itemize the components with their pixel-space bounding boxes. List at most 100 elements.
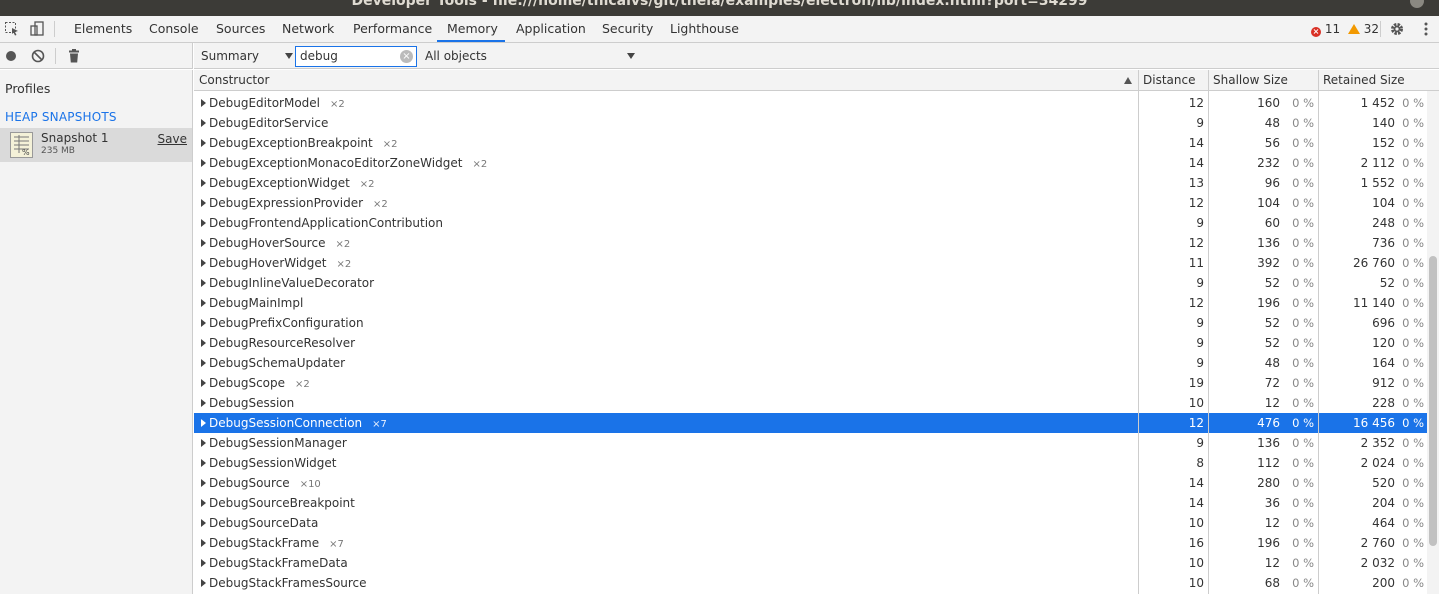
expand-triangle-icon[interactable]	[201, 539, 206, 547]
instance-count: ×2	[335, 239, 351, 250]
shallow-size-percent: 0 %	[1292, 316, 1314, 330]
expand-triangle-icon[interactable]	[201, 559, 206, 567]
expand-triangle-icon[interactable]	[201, 119, 206, 127]
gear-icon[interactable]	[1389, 21, 1405, 37]
tab-elements[interactable]: Elements	[64, 16, 142, 42]
profiles-sidebar: Profiles HEAP SNAPSHOTS % Snapshot 1 235…	[0, 70, 193, 594]
more-options-icon[interactable]	[1418, 21, 1434, 37]
issues-counter[interactable]: × 11 32	[1311, 16, 1379, 42]
table-row[interactable]: DebugHoverWidget ×2 11 392 0 % 26 760 0 %	[194, 253, 1427, 273]
grid-scrollbar[interactable]	[1427, 91, 1439, 594]
tab-performance[interactable]: Performance	[343, 16, 442, 42]
objects-select[interactable]: All objects	[425, 43, 635, 69]
constructor-name-text: DebugInlineValueDecorator	[209, 276, 375, 290]
tab-memory[interactable]: Memory	[437, 16, 505, 42]
expand-triangle-icon[interactable]	[201, 239, 206, 247]
distance-value: 10	[1188, 516, 1204, 530]
expand-triangle-icon[interactable]	[201, 339, 206, 347]
tab-console[interactable]: Console	[139, 16, 209, 42]
expand-triangle-icon[interactable]	[201, 259, 206, 267]
clear-filter-icon[interactable]: ×	[400, 50, 413, 63]
retained-size-percent: 0 %	[1402, 156, 1424, 170]
retained-size-percent: 0 %	[1402, 376, 1424, 390]
shallow-size-percent: 0 %	[1292, 376, 1314, 390]
device-toolbar-icon[interactable]	[29, 21, 45, 37]
expand-triangle-icon[interactable]	[201, 479, 206, 487]
table-row[interactable]: DebugSession 10 12 0 % 228 0 %	[194, 393, 1427, 413]
tab-sources[interactable]: Sources	[206, 16, 275, 42]
retained-size-percent: 0 %	[1402, 256, 1424, 270]
inspect-element-icon[interactable]	[4, 21, 20, 37]
constructor-name-text: DebugSession	[209, 396, 295, 410]
table-row[interactable]: DebugStackFrame ×7 16 196 0 % 2 760 0 %	[194, 533, 1427, 553]
save-snapshot-link[interactable]: Save	[158, 132, 187, 146]
expand-triangle-icon[interactable]	[201, 179, 206, 187]
view-select[interactable]: Summary	[201, 43, 293, 69]
expand-triangle-icon[interactable]	[201, 579, 206, 587]
expand-triangle-icon[interactable]	[201, 139, 206, 147]
table-row[interactable]: DebugResourceResolver 9 52 0 % 120 0 %	[194, 333, 1427, 353]
table-row[interactable]: DebugSchemaUpdater 9 48 0 % 164 0 %	[194, 353, 1427, 373]
expand-triangle-icon[interactable]	[201, 199, 206, 207]
trash-icon[interactable]	[66, 48, 82, 64]
table-row[interactable]: DebugHoverSource ×2 12 136 0 % 736 0 %	[194, 233, 1427, 253]
table-row[interactable]: DebugExpressionProvider ×2 12 104 0 % 104 0 %	[194, 193, 1427, 213]
distance-value: 9	[1196, 336, 1204, 350]
expand-triangle-icon[interactable]	[201, 99, 206, 107]
table-row[interactable]: DebugInlineValueDecorator 9 52 0 % 52 0 %	[194, 273, 1427, 293]
tab-network[interactable]: Network	[272, 16, 344, 42]
tab-security[interactable]: Security	[592, 16, 663, 42]
table-row[interactable]: DebugExceptionWidget ×2 13 96 0 % 1 552 0 %	[194, 173, 1427, 193]
column-header-shallow-size[interactable]: Shallow Size	[1208, 70, 1318, 91]
view-select-value: Summary	[201, 49, 259, 63]
table-row[interactable]: DebugExceptionMonacoEditorZoneWidget ×2 14…	[194, 153, 1427, 173]
expand-triangle-icon[interactable]	[201, 499, 206, 507]
record-icon[interactable]	[3, 48, 19, 64]
table-row[interactable]: DebugStackFramesSource 10 68 0 % 200 0 %	[194, 573, 1427, 593]
grid-scrollbar-thumb[interactable]	[1429, 256, 1437, 546]
expand-triangle-icon[interactable]	[201, 159, 206, 167]
table-row[interactable]: DebugEditorModel ×2 12 160 0 % 1 452 0 %	[194, 93, 1427, 113]
distance-value: 12	[1188, 236, 1204, 250]
column-header-constructor[interactable]: Constructor	[194, 70, 1138, 91]
constructor-name: DebugSessionWidget	[209, 453, 337, 473]
distance-value: 14	[1188, 476, 1204, 490]
heap-snapshots-section-title: HEAP SNAPSHOTS	[5, 110, 117, 124]
tab-application[interactable]: Application	[506, 16, 596, 42]
expand-triangle-icon[interactable]	[201, 279, 206, 287]
table-row[interactable]: DebugMainImpl 12 196 0 % 11 140 0 %	[194, 293, 1427, 313]
expand-triangle-icon[interactable]	[201, 319, 206, 327]
snapshot-item[interactable]: % Snapshot 1 235 MB Save	[0, 128, 192, 162]
table-row[interactable]: DebugSource ×10 14 280 0 % 520 0 %	[194, 473, 1427, 493]
clear-icon[interactable]	[30, 48, 46, 64]
expand-triangle-icon[interactable]	[201, 519, 206, 527]
table-row[interactable]: DebugSessionManager 9 136 0 % 2 352 0 %	[194, 433, 1427, 453]
tab-lighthouse[interactable]: Lighthouse	[660, 16, 749, 42]
expand-triangle-icon[interactable]	[201, 399, 206, 407]
column-header-distance[interactable]: Distance	[1138, 70, 1208, 91]
column-header-retained-size[interactable]: Retained Size	[1318, 70, 1428, 91]
table-row[interactable]: DebugPrefixConfiguration 9 52 0 % 696 0 %	[194, 313, 1427, 333]
table-row[interactable]: DebugSessionConnection ×7 12 476 0 % 16 456 0 …	[194, 413, 1427, 433]
table-row[interactable]: DebugFrontendApplicationContribution 9 60 0…	[194, 213, 1427, 233]
table-row[interactable]: DebugSourceBreakpoint 14 36 0 % 204 0 %	[194, 493, 1427, 513]
expand-triangle-icon[interactable]	[201, 439, 206, 447]
expand-triangle-icon[interactable]	[201, 299, 206, 307]
expand-triangle-icon[interactable]	[201, 459, 206, 467]
expand-triangle-icon[interactable]	[201, 419, 206, 427]
table-row[interactable]: DebugExceptionBreakpoint ×2 14 56 0 % 152 0 %	[194, 133, 1427, 153]
constructor-name: DebugStackFrame ×7	[209, 533, 344, 555]
table-row[interactable]: DebugStackFrameData 10 12 0 % 2 032 0 %	[194, 553, 1427, 573]
expand-triangle-icon[interactable]	[201, 359, 206, 367]
expand-triangle-icon[interactable]	[201, 379, 206, 387]
expand-triangle-icon[interactable]	[201, 219, 206, 227]
shallow-size-percent: 0 %	[1292, 396, 1314, 410]
table-row[interactable]: DebugEditorService 9 48 0 % 140 0 %	[194, 113, 1427, 133]
constructor-name: DebugStackFrameData	[209, 553, 348, 573]
table-row[interactable]: DebugScope ×2 19 72 0 % 912 0 %	[194, 373, 1427, 393]
table-row[interactable]: DebugSessionWidget 8 112 0 % 2 024 0 %	[194, 453, 1427, 473]
table-row[interactable]: DebugSourceData 10 12 0 % 464 0 %	[194, 513, 1427, 533]
shallow-size-percent: 0 %	[1292, 176, 1314, 190]
profiles-title: Profiles	[5, 81, 51, 96]
class-filter-input[interactable]: debug ×	[295, 46, 417, 67]
